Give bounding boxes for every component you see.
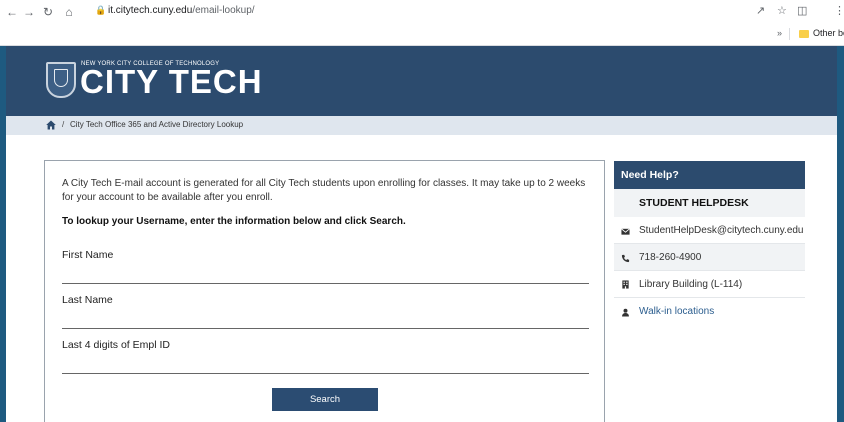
other-bookmarks[interactable]: Other bookmarks — [813, 28, 844, 38]
envelope-icon — [621, 228, 630, 235]
phone-icon — [621, 254, 630, 263]
brand-logo[interactable]: CITY TECH — [80, 64, 263, 100]
helpdesk-phone: 718-260-4900 — [639, 252, 702, 263]
building-icon — [622, 280, 629, 289]
share-icon[interactable]: ↗ — [756, 4, 765, 18]
breadcrumb-separator: / — [62, 120, 65, 129]
empl-id-input[interactable] — [62, 354, 589, 374]
menu-icon[interactable]: ⋮ — [834, 4, 844, 18]
intro-text: A City Tech E-mail account is generated … — [62, 178, 586, 203]
site-header: NEW YORK CITY COLLEGE OF TECHNOLOGY CITY… — [6, 46, 837, 116]
helpdesk-location: Library Building (L-114) — [639, 279, 743, 290]
back-icon[interactable]: ← — [5, 5, 19, 19]
help-title: Need Help? — [614, 161, 805, 189]
breadcrumb-current: City Tech Office 365 and Active Director… — [70, 120, 244, 129]
last-name-label: Last Name — [62, 294, 113, 306]
page-frame-right — [837, 46, 844, 422]
first-name-label: First Name — [62, 249, 114, 261]
search-button[interactable]: Search — [272, 388, 378, 411]
folder-icon — [799, 30, 809, 38]
url-domain: it.citytech.cuny.edu — [108, 5, 193, 16]
side-panel-icon[interactable]: ◫ — [797, 4, 807, 18]
lock-icon[interactable]: 🔒 — [95, 5, 106, 16]
browser-toolbar: ← → ↻ ⌂ 🔒 it.citytech.cuny.edu/email-loo… — [0, 0, 844, 46]
star-icon[interactable]: ☆ — [777, 4, 787, 18]
shield-icon[interactable] — [46, 62, 76, 98]
helpdesk-email[interactable]: StudentHelpDesk@citytech.cuny.edu — [639, 225, 804, 236]
home-icon[interactable]: ⌂ — [62, 5, 76, 19]
empl-id-label: Last 4 digits of Empl ID — [62, 339, 170, 351]
first-name-input[interactable] — [62, 264, 589, 284]
home-icon[interactable] — [46, 120, 56, 130]
bookmarks-divider — [789, 28, 790, 40]
reload-icon[interactable]: ↻ — [41, 5, 55, 19]
url-path: /email-lookup/ — [192, 5, 255, 16]
forward-icon[interactable]: → — [22, 5, 36, 19]
person-icon — [622, 308, 629, 317]
address-bar[interactable]: it.citytech.cuny.edu/email-lookup/ — [108, 4, 255, 18]
last-name-input[interactable] — [62, 309, 589, 329]
breadcrumb: / City Tech Office 365 and Active Direct… — [6, 116, 837, 135]
walk-in-locations-link[interactable]: Walk-in locations — [639, 306, 714, 317]
helpdesk-name: STUDENT HELPDESK — [639, 197, 749, 209]
form-instruction: To lookup your Username, enter the infor… — [62, 216, 406, 227]
bookmarks-chevron[interactable]: » — [777, 28, 782, 38]
